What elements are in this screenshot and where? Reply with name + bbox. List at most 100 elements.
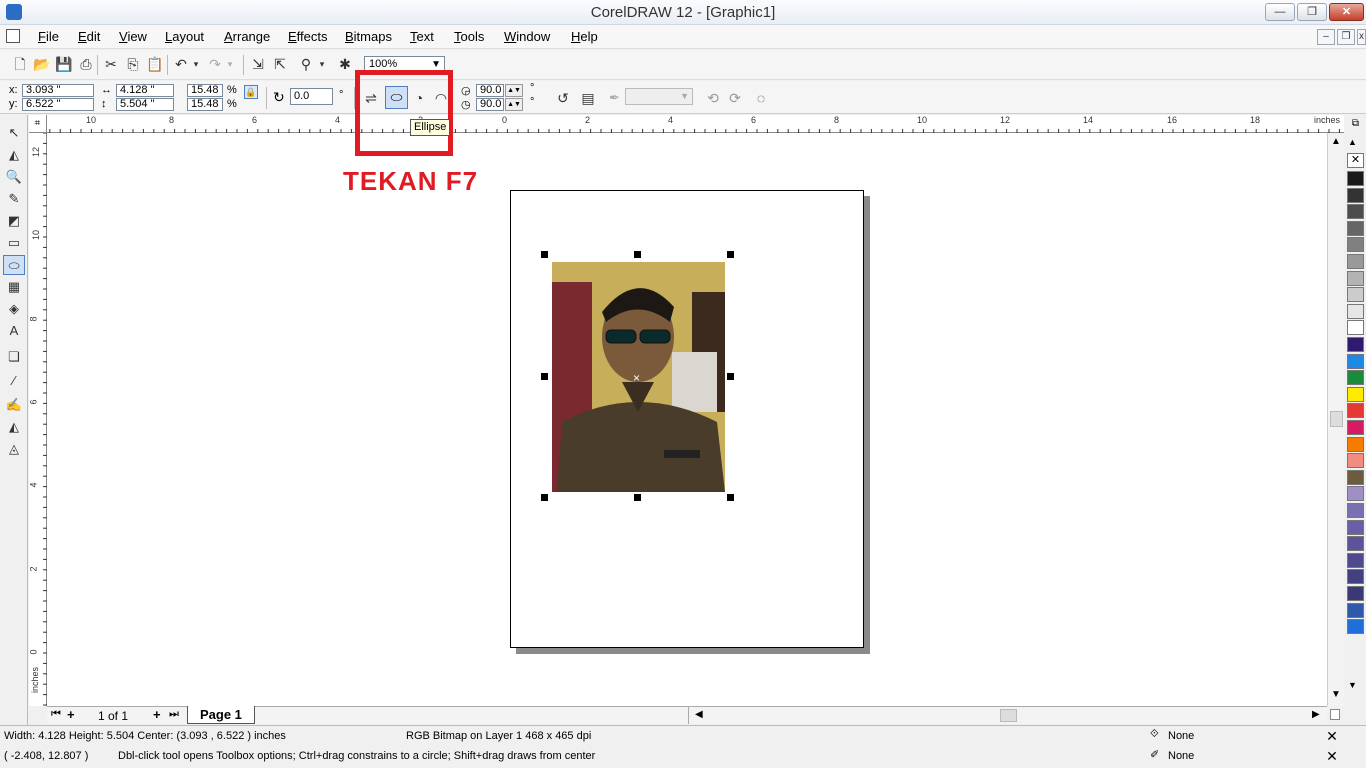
color-swatch[interactable] xyxy=(1347,586,1364,601)
selection-handle-tr[interactable] xyxy=(727,251,734,258)
color-swatch[interactable] xyxy=(1347,469,1364,485)
open-icon[interactable]: 📂 xyxy=(32,54,52,74)
color-swatch[interactable] xyxy=(1347,420,1364,435)
combine-icon[interactable]: ⟳ xyxy=(724,87,746,109)
menu-text[interactable]: Text xyxy=(410,29,434,44)
wrap-text-icon[interactable]: ▤ xyxy=(577,87,599,109)
color-swatch[interactable] xyxy=(1347,270,1364,286)
end-angle-field[interactable]: 90.0 xyxy=(476,98,504,111)
color-swatch[interactable] xyxy=(1347,619,1364,635)
color-swatch[interactable] xyxy=(1347,187,1364,203)
smart-fill-tool-icon[interactable]: ◩ xyxy=(3,211,25,231)
menu-help[interactable]: Help xyxy=(571,29,598,44)
color-swatch[interactable] xyxy=(1347,436,1364,452)
fill-tool-icon[interactable]: ◭ xyxy=(3,417,25,437)
color-swatch[interactable] xyxy=(1347,370,1364,386)
height-field[interactable]: 5.504 " xyxy=(116,98,174,111)
scale-height-field[interactable]: 15.48 xyxy=(187,98,223,111)
outline-none-icon[interactable]: ✕ xyxy=(1321,748,1343,765)
color-swatch[interactable] xyxy=(1347,254,1364,269)
close-button[interactable]: ✕ xyxy=(1329,3,1364,21)
add-page-before-icon[interactable]: + xyxy=(67,707,75,722)
color-swatch[interactable] xyxy=(1347,386,1364,402)
export-icon[interactable]: ⇱ xyxy=(270,54,290,74)
redo-dropdown-icon[interactable]: ▾ xyxy=(225,54,235,74)
color-swatch[interactable] xyxy=(1347,287,1364,303)
start-angle-field[interactable]: 90.0 xyxy=(476,84,504,97)
selection-handle-tl[interactable] xyxy=(541,251,548,258)
selection-handle-br[interactable] xyxy=(727,494,734,501)
ellipse-tool-icon[interactable]: ⬭ xyxy=(3,255,25,275)
minimize-button[interactable]: — xyxy=(1265,3,1295,21)
menu-tools[interactable]: Tools xyxy=(454,29,484,44)
launcher-dropdown-icon[interactable]: ▾ xyxy=(317,54,327,74)
x-position-field[interactable]: 3.093 " xyxy=(22,84,94,97)
tab-page-1[interactable]: Page 1 xyxy=(187,706,255,724)
menu-file[interactable]: File xyxy=(38,29,59,44)
restore-button[interactable]: ❐ xyxy=(1297,3,1327,21)
lock-ratio-icon[interactable]: 🔒 xyxy=(244,85,258,99)
menu-arrange[interactable]: Arrange xyxy=(224,29,270,44)
save-icon[interactable]: 💾 xyxy=(54,54,74,74)
rotation-field[interactable]: 0.0 xyxy=(290,88,333,105)
menu-bitmaps[interactable]: Bitmaps xyxy=(345,29,392,44)
color-swatch[interactable] xyxy=(1347,320,1364,336)
selection-handle-b[interactable] xyxy=(634,494,641,501)
outline-tool-icon[interactable]: ✍ xyxy=(3,395,25,415)
color-swatch[interactable] xyxy=(1347,220,1364,236)
scroll-up-icon[interactable]: ▲ xyxy=(1331,136,1341,147)
color-swatch[interactable] xyxy=(1347,486,1364,502)
outline-width-select[interactable]: ▼ xyxy=(625,88,693,105)
color-swatch[interactable] xyxy=(1347,204,1364,220)
h-scroll-thumb[interactable] xyxy=(1000,709,1017,722)
last-page-icon[interactable]: ⏭ xyxy=(169,708,179,721)
document-icon[interactable] xyxy=(6,29,20,43)
horizontal-ruler[interactable]: 108642024681012141618 inches xyxy=(29,115,1344,133)
fill-none-icon[interactable]: ✕ xyxy=(1321,728,1343,745)
color-swatch[interactable] xyxy=(1347,353,1364,369)
direction-icon[interactable]: ↺ xyxy=(552,87,574,109)
to-curves-icon[interactable]: ◌ xyxy=(750,87,772,109)
eyedropper-tool-icon[interactable]: ⁄ xyxy=(3,371,25,391)
import-icon[interactable]: ⇲ xyxy=(248,54,268,74)
paste-icon[interactable]: 📋 xyxy=(145,54,165,74)
no-color-swatch[interactable]: ✕ xyxy=(1347,153,1364,168)
color-swatch[interactable] xyxy=(1347,237,1364,253)
y-position-field[interactable]: 6.522 " xyxy=(22,98,94,111)
interactive-fill-tool-icon[interactable]: ◬ xyxy=(3,439,25,459)
doc-minimize-button[interactable]: – xyxy=(1317,29,1335,45)
color-swatch[interactable] xyxy=(1347,503,1364,518)
redo-icon[interactable]: ↷ xyxy=(205,54,225,74)
end-angle-spinner[interactable]: ▲▼ xyxy=(505,98,523,111)
color-swatch[interactable] xyxy=(1347,453,1364,469)
menu-edit[interactable]: Edit xyxy=(78,29,100,44)
selection-handle-r[interactable] xyxy=(727,373,734,380)
color-swatch[interactable] xyxy=(1347,337,1364,352)
ruler-origin-icon[interactable]: ⌗ xyxy=(29,115,47,133)
color-swatch[interactable] xyxy=(1347,403,1364,419)
graph-paper-tool-icon[interactable]: ▦ xyxy=(3,277,25,297)
rectangle-tool-icon[interactable]: ▭ xyxy=(3,233,25,253)
color-swatch[interactable] xyxy=(1347,519,1364,535)
cut-icon[interactable]: ✂ xyxy=(101,54,121,74)
drawing-canvas[interactable]: × xyxy=(47,133,1327,706)
interactive-blend-tool-icon[interactable]: ❏ xyxy=(3,347,25,367)
scroll-left-icon[interactable]: ◀ xyxy=(695,709,703,720)
vertical-scrollbar[interactable]: ▲ ▼ xyxy=(1327,133,1344,706)
pick-tool-icon[interactable]: ↖ xyxy=(3,123,25,143)
undo-dropdown-icon[interactable]: ▾ xyxy=(191,54,201,74)
shape-tool-icon[interactable]: ◭ xyxy=(3,145,25,165)
color-swatch[interactable] xyxy=(1347,552,1364,568)
freehand-tool-icon[interactable]: ✎ xyxy=(3,189,25,209)
scroll-down-icon[interactable]: ▼ xyxy=(1331,689,1341,700)
color-swatch[interactable] xyxy=(1347,569,1364,585)
zoom-tool-icon[interactable]: 🔍 xyxy=(3,167,25,187)
scroll-thumb[interactable] xyxy=(1330,411,1343,427)
add-page-after-icon[interactable]: + xyxy=(153,707,161,722)
menu-view[interactable]: View xyxy=(119,29,147,44)
palette-scroll-up-icon[interactable]: ▲ xyxy=(1348,137,1357,147)
menu-window[interactable]: Window xyxy=(504,29,550,44)
convert-curves-icon[interactable]: ⟲ xyxy=(702,87,724,109)
palette-menu-icon[interactable]: ⧉ xyxy=(1347,118,1364,132)
menu-layout[interactable]: Layout xyxy=(165,29,204,44)
